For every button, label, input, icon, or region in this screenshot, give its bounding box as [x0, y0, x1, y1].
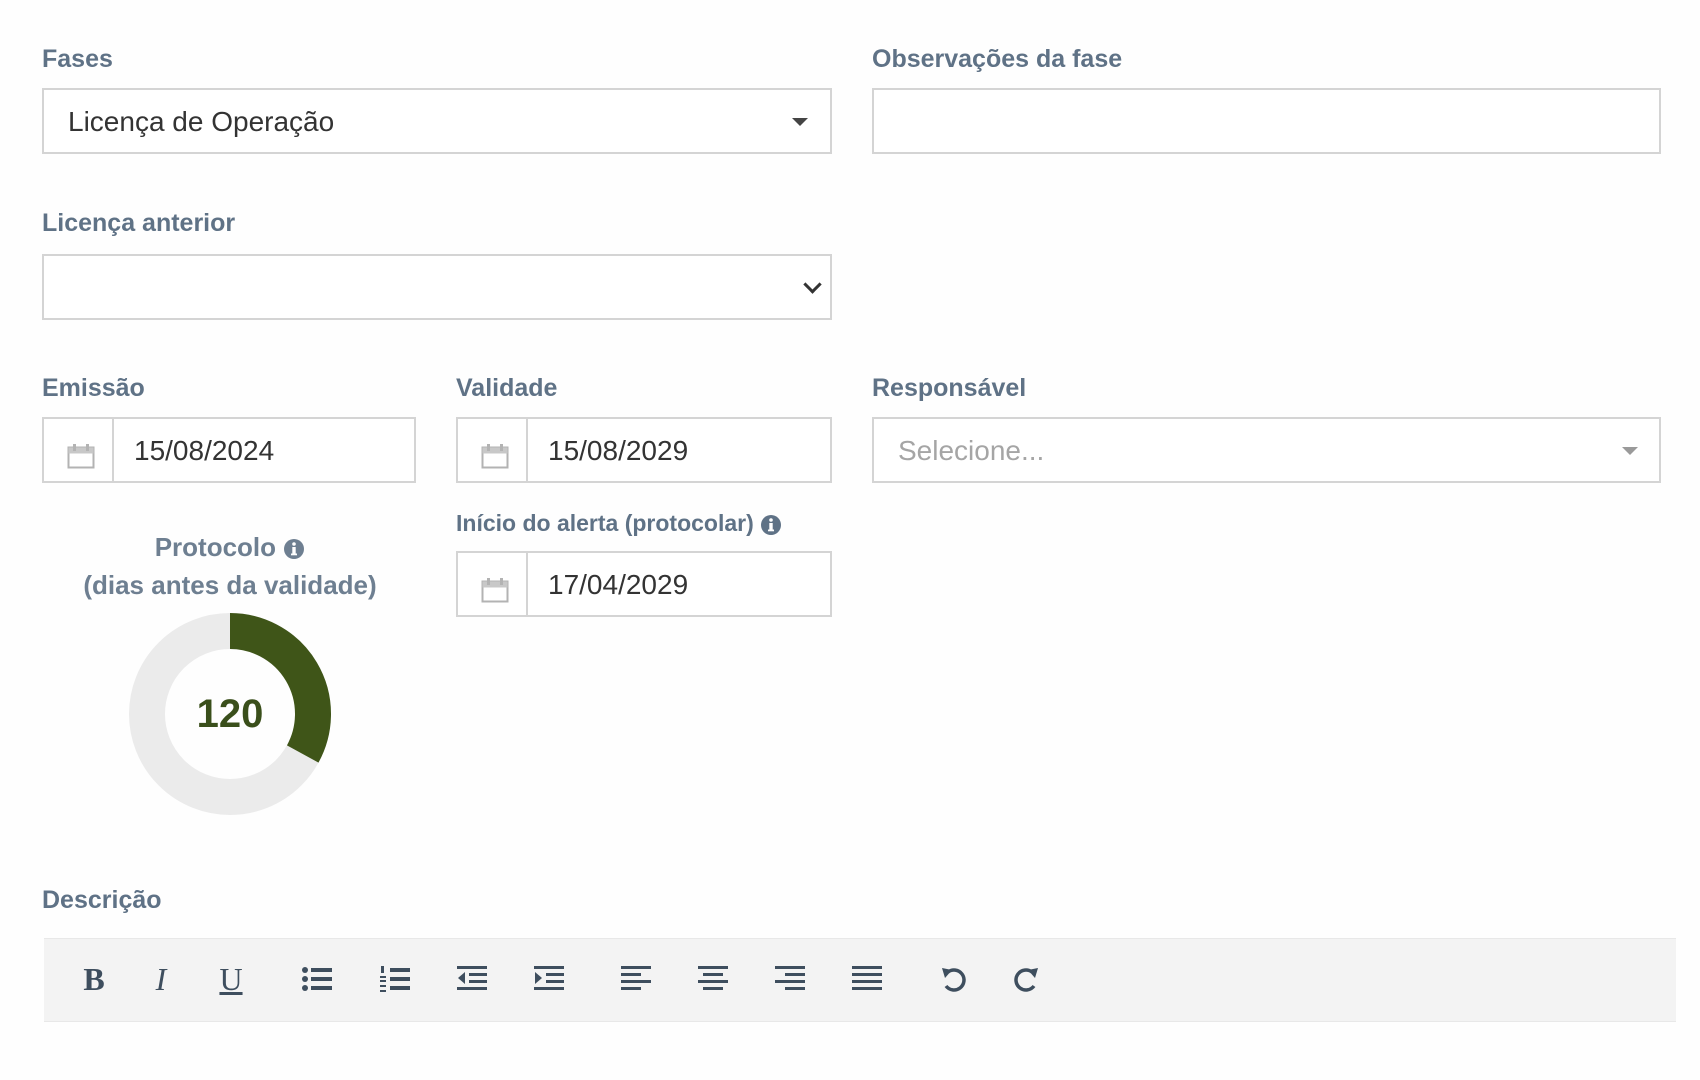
- ordered-list-icon: [380, 966, 410, 992]
- descricao-label: Descrição: [42, 886, 162, 914]
- validade-date-field[interactable]: 15/08/2029: [456, 417, 832, 483]
- align-center-button[interactable]: [693, 959, 733, 999]
- underline-icon: U: [219, 960, 243, 997]
- align-left-button[interactable]: [616, 959, 656, 999]
- protocolo-subtitle: (dias antes da validade): [83, 570, 377, 600]
- align-center-icon: [698, 966, 728, 990]
- caret-down-icon: [1622, 447, 1638, 455]
- validade-label: Validade: [456, 374, 558, 402]
- undo-button[interactable]: [934, 959, 974, 999]
- calendar-icon: [481, 444, 509, 469]
- outdent-button[interactable]: [452, 959, 492, 999]
- inicio-alerta-label-text: Início do alerta (protocolar): [456, 510, 754, 536]
- emissao-label: Emissão: [42, 374, 145, 402]
- responsavel-placeholder: Selecione...: [898, 435, 1045, 466]
- protocolo-gauge: 120: [128, 612, 332, 816]
- redo-icon: [1014, 968, 1038, 992]
- unordered-list-button[interactable]: [297, 959, 337, 999]
- indent-button[interactable]: [529, 959, 569, 999]
- editor-toolbar: B I U: [44, 938, 1676, 1022]
- calendar-icon: [67, 444, 95, 469]
- emissao-date-value: 15/08/2024: [134, 435, 275, 466]
- protocolo-title: Protocolo: [83, 532, 377, 563]
- fases-select[interactable]: Licença de Operação: [42, 88, 832, 154]
- inicio-alerta-date-value: 17/04/2029: [548, 569, 689, 600]
- fases-label: Fases: [42, 45, 113, 73]
- outdent-icon: [457, 966, 487, 990]
- emissao-calendar-addon[interactable]: [44, 419, 114, 481]
- align-justify-icon: [852, 966, 882, 990]
- info-icon[interactable]: [283, 538, 305, 560]
- indent-icon: [534, 966, 564, 990]
- fases-selected-value: Licença de Operação: [68, 106, 335, 137]
- ordered-list-button[interactable]: [375, 959, 415, 999]
- bold-button[interactable]: B: [74, 959, 114, 999]
- bold-icon: B: [83, 960, 105, 997]
- info-icon[interactable]: [760, 514, 782, 536]
- licenca-anterior-label: Licença anterior: [42, 209, 236, 237]
- align-justify-button[interactable]: [847, 959, 887, 999]
- validade-date-value: 15/08/2029: [548, 435, 689, 466]
- chevron-down-icon: [803, 275, 822, 294]
- inicio-alerta-date-field[interactable]: 17/04/2029: [456, 551, 832, 617]
- align-right-button[interactable]: [770, 959, 810, 999]
- undo-icon: [942, 968, 966, 992]
- underline-button[interactable]: U: [211, 959, 251, 999]
- validade-calendar-addon[interactable]: [458, 419, 528, 481]
- calendar-icon: [481, 578, 509, 603]
- redo-button[interactable]: [1006, 959, 1046, 999]
- align-left-icon: [621, 966, 651, 990]
- responsavel-label: Responsável: [872, 374, 1027, 402]
- italic-button[interactable]: I: [141, 959, 181, 999]
- emissao-date-field[interactable]: 15/08/2024: [42, 417, 416, 483]
- inicio-alerta-calendar-addon[interactable]: [458, 553, 528, 615]
- caret-down-icon: [792, 118, 808, 126]
- observacoes-label: Observações da fase: [872, 45, 1123, 73]
- observacoes-input[interactable]: [872, 88, 1661, 154]
- responsavel-select[interactable]: Selecione...: [872, 417, 1661, 483]
- align-right-icon: [775, 966, 805, 990]
- italic-icon: I: [155, 960, 167, 997]
- unordered-list-icon: [302, 967, 332, 991]
- licenca-anterior-select[interactable]: [42, 254, 832, 320]
- protocolo-value: 120: [196, 692, 264, 736]
- inicio-alerta-label: Início do alerta (protocolar): [456, 510, 782, 537]
- protocolo-title-text: Protocolo: [154, 532, 277, 562]
